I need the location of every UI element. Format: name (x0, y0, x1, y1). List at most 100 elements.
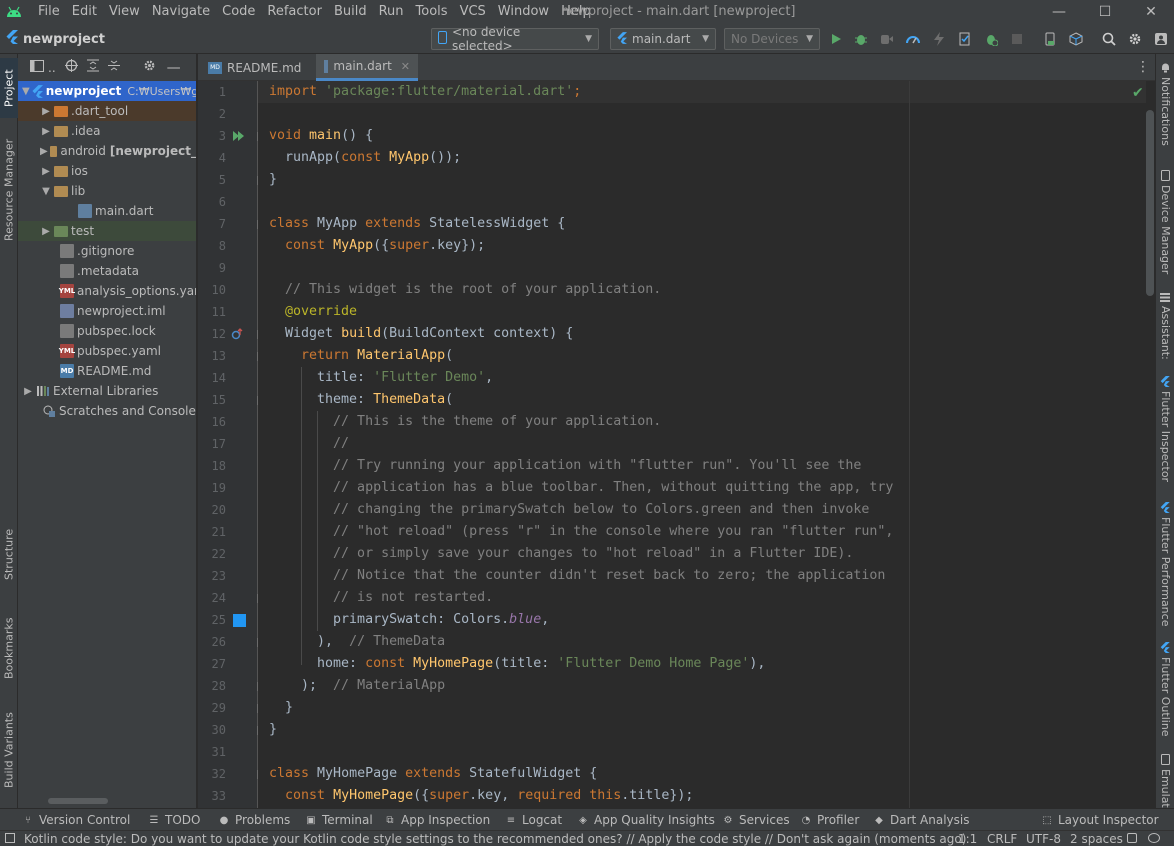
code-line[interactable]: @override (269, 301, 357, 323)
code-editor[interactable]: import 'package:flutter/material.dart'; v… (258, 81, 1146, 808)
flutter-performance-tab[interactable]: Flutter Performance (1156, 502, 1174, 628)
apply-changes-icon[interactable] (957, 31, 973, 47)
close-window-button[interactable]: ✕ (1128, 0, 1174, 24)
code-line[interactable]: class MyHomePage extends StatefulWidget … (269, 763, 597, 785)
line-number[interactable]: 26 (198, 631, 226, 653)
hot-reload-icon[interactable] (931, 31, 947, 47)
build-variants-tab[interactable]: Build Variants (0, 702, 18, 798)
flutter-outline-tab[interactable]: Flutter Outline (1156, 642, 1174, 742)
tool-dart-analysis[interactable]: ◆ Dart Analysis (873, 809, 969, 831)
tool-services[interactable]: ⚙ Services (722, 809, 790, 831)
tree-item-gitignore[interactable]: .gitignore (18, 241, 196, 261)
menu-build[interactable]: Build (328, 0, 373, 24)
line-number[interactable]: 1 (198, 81, 226, 103)
device-manager-tab[interactable]: Device Manager (1156, 170, 1174, 280)
code-line[interactable]: runApp(const MyApp()); (269, 147, 461, 169)
line-number[interactable]: 18 (198, 455, 226, 477)
code-line[interactable]: // This is the theme of your application… (269, 411, 661, 433)
tool-logcat[interactable]: ≡ Logcat (505, 809, 562, 831)
menu-edit[interactable]: Edit (66, 0, 103, 24)
line-number[interactable]: 12 (198, 323, 226, 345)
code-line[interactable]: // changing the primarySwatch below to C… (269, 499, 869, 521)
line-number[interactable]: 24 (198, 587, 226, 609)
line-number[interactable]: 28 (198, 675, 226, 697)
settings-gear-icon[interactable] (1127, 31, 1143, 47)
close-icon[interactable]: ✕ (401, 60, 410, 73)
tree-item-idea[interactable]: ▶ .idea (18, 121, 196, 141)
code-line[interactable]: const MyHomePage({super.key, required th… (269, 785, 693, 807)
tree-item-ios[interactable]: ▶ ios (18, 161, 196, 181)
line-number[interactable]: 27 (198, 653, 226, 675)
code-line[interactable]: } (269, 169, 277, 191)
tree-item-dart-tool[interactable]: ▶ .dart_tool (18, 101, 196, 121)
menu-vcs[interactable]: VCS (454, 0, 492, 24)
menu-file[interactable]: File (32, 0, 66, 24)
search-icon[interactable] (1101, 31, 1117, 47)
code-line[interactable]: // (269, 433, 349, 455)
line-number[interactable]: 21 (198, 521, 226, 543)
line-number[interactable]: 15 (198, 389, 226, 411)
code-line[interactable]: } (269, 697, 293, 719)
code-line[interactable]: ), // ThemeData (269, 631, 445, 653)
code-line[interactable]: return MaterialApp( (269, 345, 453, 367)
code-line[interactable]: // Try running your application with "fl… (269, 455, 861, 477)
structure-tab[interactable]: Structure (0, 522, 18, 586)
menu-view[interactable]: View (103, 0, 146, 24)
line-number[interactable]: 33 (198, 785, 226, 807)
run-main-icon[interactable] (232, 129, 246, 143)
collapse-all-icon[interactable] (107, 59, 120, 76)
line-number[interactable]: 25 (198, 609, 226, 631)
line-number[interactable]: 3 (198, 125, 226, 147)
profile-icon[interactable] (905, 31, 921, 47)
project-view-icon[interactable] (30, 59, 44, 76)
tool-app-inspection[interactable]: ⧉ App Inspection (384, 809, 490, 831)
tree-item-newproject-iml[interactable]: newproject.iml (18, 301, 196, 321)
locate-icon[interactable] (64, 59, 78, 76)
code-line[interactable]: // or simply save your changes to "hot r… (269, 543, 853, 565)
indent-setting[interactable]: 2 spaces (1070, 831, 1123, 846)
debug-icon[interactable] (853, 31, 869, 47)
override-marker-icon[interactable] (231, 327, 245, 341)
tree-item-lib[interactable]: ▼ lib (18, 181, 196, 201)
project-breadcrumb[interactable]: newproject (6, 24, 105, 54)
line-number[interactable]: 32 (198, 763, 226, 785)
bookmarks-tab[interactable]: Bookmarks (0, 606, 18, 690)
menu-tools[interactable]: Tools (410, 0, 454, 24)
tree-item-android[interactable]: ▶ android [newproject_ (18, 141, 196, 161)
debug-restart-icon[interactable] (983, 31, 999, 47)
gear-icon[interactable] (143, 59, 156, 76)
code-line[interactable]: // This widget is the root of your appli… (269, 279, 661, 301)
menu-code[interactable]: Code (216, 0, 261, 24)
resource-manager-tab[interactable]: Resource Manager (0, 134, 18, 246)
hide-panel-icon[interactable]: — (167, 60, 181, 76)
color-swatch-icon[interactable] (232, 613, 246, 627)
code-line[interactable]: import 'package:flutter/material.dart'; (269, 81, 581, 103)
tool-problems[interactable]: ● Problems (218, 809, 291, 831)
line-number[interactable]: 11 (198, 301, 226, 323)
sdk-manager-icon[interactable] (1068, 31, 1084, 47)
minimize-button[interactable]: — (1036, 0, 1082, 24)
tool-todo[interactable]: ☰ TODO (148, 809, 201, 831)
line-number[interactable]: 13 (198, 345, 226, 367)
device-manager-icon[interactable] (1042, 31, 1058, 47)
line-number[interactable]: 23 (198, 565, 226, 587)
code-line[interactable]: ); // MaterialApp (269, 675, 445, 697)
menu-navigate[interactable]: Navigate (146, 0, 216, 24)
tab-options-icon[interactable]: ⋮ (1136, 59, 1150, 75)
line-number[interactable]: 6 (198, 191, 226, 213)
code-line[interactable]: // "hot reload" (press "r" in the consol… (269, 521, 893, 543)
menu-run[interactable]: Run (373, 0, 410, 24)
tree-item-external-libraries[interactable]: ▶ External Libraries (18, 381, 196, 401)
line-number[interactable]: 17 (198, 433, 226, 455)
lock-icon[interactable] (1127, 833, 1137, 843)
code-line[interactable]: home: const MyHomePage(title: 'Flutter D… (269, 653, 765, 675)
line-number[interactable]: 2 (198, 103, 226, 125)
project-tool-tab[interactable]: Project (0, 58, 18, 118)
code-line[interactable]: Widget build(BuildContext context) { (269, 323, 573, 345)
emulator-tab[interactable]: Emulat (1156, 754, 1174, 808)
line-number[interactable]: 14 (198, 367, 226, 389)
expand-all-icon[interactable] (86, 59, 99, 76)
line-number[interactable]: 29 (198, 697, 226, 719)
line-number[interactable]: 31 (198, 741, 226, 763)
notifications-tab[interactable]: Notifications (1156, 62, 1174, 162)
